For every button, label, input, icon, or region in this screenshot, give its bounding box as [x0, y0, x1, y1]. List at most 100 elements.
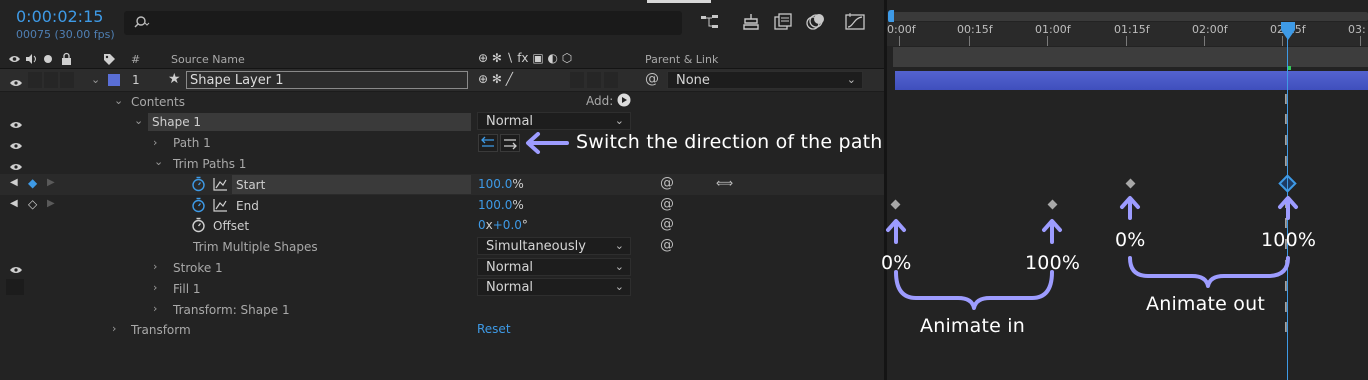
end-unit: % [512, 198, 524, 212]
start-label[interactable]: Start [236, 178, 265, 192]
shape1-blend-dropdown[interactable]: Normal ⌄ [477, 112, 631, 130]
stopwatch-icon[interactable] [191, 217, 206, 236]
ruler-tick-label: 03: [1348, 23, 1366, 36]
chevron-right-icon[interactable]: › [153, 260, 157, 273]
trim-multiple-label: Trim Multiple Shapes [193, 240, 318, 254]
prev-keyframe-icon[interactable]: ◀ [10, 177, 18, 188]
switch-cell-1[interactable] [570, 72, 584, 88]
column-parent-link: Parent & Link [645, 53, 719, 66]
end-value-number[interactable]: 100.0 [478, 198, 512, 212]
pickwhip-icon[interactable]: @ [660, 196, 674, 212]
start-value[interactable]: 100.0% [478, 177, 524, 191]
annotation-animate-out: Animate out [1146, 293, 1265, 315]
ruler-tick-mark [1126, 36, 1127, 46]
add-play-icon[interactable] [617, 93, 631, 110]
graph-icon[interactable] [213, 177, 228, 194]
annotation-out-end: 100% [1261, 229, 1317, 251]
annotation-animate-in: Animate in [920, 315, 1025, 337]
chevron-down-icon[interactable]: ⌄ [154, 155, 163, 168]
pickwhip-icon[interactable]: @ [660, 237, 674, 253]
comp-icon[interactable] [772, 12, 792, 30]
annotation-out-start: 0% [1115, 229, 1146, 251]
pickwhip-icon[interactable]: @ [645, 71, 659, 87]
search-input[interactable] [124, 11, 682, 35]
flowchart-icon[interactable] [700, 14, 718, 30]
offset-unit: ° [521, 218, 528, 232]
ruler-tick-mark [1047, 36, 1048, 46]
chevron-right-icon[interactable]: › [153, 136, 157, 149]
reset-link[interactable]: Reset [477, 322, 511, 336]
eye-icon[interactable] [9, 160, 23, 170]
path-direction-left-icon[interactable] [478, 134, 498, 155]
layer-name-field[interactable]: Shape Layer 1 [186, 71, 468, 89]
panel-tab-highlight [647, 0, 711, 3]
eye-icon[interactable] [9, 263, 23, 273]
chevron-right-icon[interactable]: › [112, 322, 116, 335]
chevron-down-icon[interactable]: ⌄ [91, 73, 100, 86]
prev-keyframe-icon[interactable]: ◀ [10, 198, 18, 209]
av-toggles-icon[interactable] [8, 52, 78, 69]
next-keyframe-icon[interactable]: ▶ [47, 198, 55, 209]
path-direction-right-icon[interactable] [500, 134, 520, 155]
end-label[interactable]: End [236, 199, 259, 213]
shape1-blend-value: Normal [486, 114, 534, 129]
layer-label-color[interactable] [108, 74, 120, 86]
ruler-tick-mark [899, 36, 900, 46]
layer-duration-bar[interactable] [895, 71, 1368, 90]
chevron-down-icon[interactable]: ⌄ [134, 114, 143, 127]
start-value-number[interactable]: 100.0 [478, 177, 512, 191]
motion-blur-icon[interactable] [804, 12, 824, 30]
switch-cell-2[interactable] [587, 72, 601, 88]
next-keyframe-icon[interactable]: ▶ [47, 177, 55, 188]
parent-dropdown[interactable]: None ⌄ [667, 71, 863, 89]
pickwhip-icon[interactable]: @ [660, 175, 674, 191]
pickwhip-icon[interactable]: @ [660, 216, 674, 232]
chevron-down-icon[interactable]: ⌄ [114, 94, 123, 107]
offset-deg[interactable]: +0.0 [493, 218, 522, 232]
timecode[interactable]: 0:00:02:15 [16, 7, 103, 26]
fill-blend-value: Normal [486, 280, 534, 295]
work-area-bar[interactable] [890, 12, 1368, 21]
stopwatch-icon[interactable] [191, 197, 206, 216]
stopwatch-icon[interactable] [191, 176, 206, 195]
playhead-handle[interactable] [1280, 22, 1296, 45]
annotation-in-start: 0% [881, 252, 912, 274]
solo-toggle[interactable] [44, 72, 58, 88]
link-icon[interactable]: ⟺ [716, 176, 733, 190]
end-value[interactable]: 100.0% [478, 198, 524, 212]
keyframe-icon[interactable]: ◇ [28, 197, 37, 211]
eye-icon[interactable] [9, 118, 23, 128]
lock-toggle[interactable] [60, 72, 74, 88]
eye-icon[interactable] [9, 76, 23, 86]
keyframe-icon[interactable]: ◆ [28, 176, 37, 190]
contents-label: Contents [131, 95, 185, 109]
shape1-label[interactable]: Shape 1 [152, 115, 201, 129]
stroke-blend-dropdown[interactable]: Normal ⌄ [477, 258, 631, 276]
trim-multiple-dropdown[interactable]: Simultaneously ⌄ [477, 237, 631, 255]
graph-icon[interactable] [213, 198, 228, 215]
ruler-tick-label: 01:15f [1114, 23, 1150, 36]
switch-cell-3[interactable] [604, 72, 618, 88]
chevron-right-icon[interactable]: › [153, 281, 157, 294]
arrow-left-icon [525, 132, 569, 157]
eye-icon[interactable] [9, 139, 23, 149]
layer-switches[interactable]: ⊕ ✻ ╱ [478, 72, 513, 86]
chevron-down-icon: ⌄ [846, 73, 856, 86]
chevron-right-icon[interactable]: › [153, 302, 157, 315]
graph-editor-icon[interactable] [844, 12, 865, 30]
audio-toggle[interactable] [28, 72, 42, 88]
parent-value: None [676, 73, 710, 88]
ruler-tick-mark [1204, 36, 1205, 46]
ruler-tick-label: 0:00f [887, 23, 916, 36]
fill-visibility-toggle[interactable] [6, 279, 24, 295]
offset-rev[interactable]: 0 [478, 218, 486, 232]
fill-label: Fill 1 [173, 282, 201, 296]
stroke-label: Stroke 1 [173, 261, 223, 275]
solo-icon[interactable] [740, 13, 759, 30]
offset-value[interactable]: 0x+0.0° [478, 218, 528, 232]
add-label: Add: [586, 94, 614, 108]
fill-blend-dropdown[interactable]: Normal ⌄ [477, 278, 631, 296]
annotation-in-end: 100% [1025, 252, 1081, 274]
chevron-down-icon: ⌄ [614, 260, 624, 273]
layer-name: Shape Layer 1 [190, 73, 284, 88]
